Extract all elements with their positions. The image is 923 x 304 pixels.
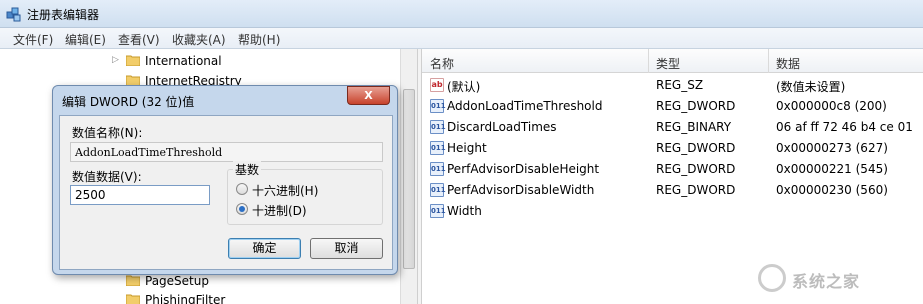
value-data: 0x00000221 (545) bbox=[776, 162, 888, 176]
value-data: 0x00000273 (627) bbox=[776, 141, 888, 155]
list-row[interactable]: 011 PerfAdvisorDisableWidth REG_DWORD 0x… bbox=[422, 180, 923, 201]
value-name: PerfAdvisorDisableHeight bbox=[447, 162, 600, 176]
decimal-radio[interactable] bbox=[236, 203, 248, 215]
list-header: 名称 类型 数据 bbox=[422, 49, 923, 73]
menu-bar: 文件(F) 编辑(E) 查看(V) 收藏夹(A) 帮助(H) bbox=[0, 28, 923, 49]
list-row[interactable]: ab (默认) REG_SZ (数值未设置) bbox=[422, 75, 923, 96]
window-title: 注册表编辑器 bbox=[27, 8, 100, 22]
ok-button[interactable]: 确定 bbox=[228, 238, 301, 259]
binary-value-icon: 011 bbox=[430, 141, 446, 155]
watermark-text: 系统之家 bbox=[792, 272, 861, 291]
value-name-field: AddonLoadTimeThreshold bbox=[70, 142, 383, 162]
hex-radio-label[interactable]: 十六进制(H) bbox=[252, 182, 318, 199]
tree-item-label: PhishingFilter bbox=[145, 293, 226, 304]
cancel-button[interactable]: 取消 bbox=[310, 238, 383, 259]
menu-help[interactable]: 帮助(H) bbox=[238, 31, 280, 48]
dialog-body: 数值名称(N): AddonLoadTimeThreshold 数值数据(V):… bbox=[59, 115, 393, 270]
binary-value-icon: 011 bbox=[430, 162, 446, 176]
menu-edit[interactable]: 编辑(E) bbox=[65, 31, 106, 48]
menu-view[interactable]: 查看(V) bbox=[118, 31, 160, 48]
tree-scrollbar[interactable] bbox=[400, 49, 417, 304]
value-type: REG_SZ bbox=[656, 78, 704, 92]
value-name: (默认) bbox=[447, 80, 481, 94]
value-type: REG_DWORD bbox=[656, 183, 736, 197]
binary-value-icon: 011 bbox=[430, 99, 446, 113]
value-name: Width bbox=[447, 204, 482, 218]
value-data: 06 af ff 72 46 b4 ce 01 bbox=[776, 120, 913, 134]
tree-item-label: International bbox=[145, 54, 222, 68]
value-data: 0x000000c8 (200) bbox=[776, 99, 887, 113]
value-name: AddonLoadTimeThreshold bbox=[447, 99, 603, 113]
expand-arrow-icon[interactable]: ▷ bbox=[112, 55, 119, 65]
list-row[interactable]: 011 Width bbox=[422, 201, 923, 222]
tree-item-international[interactable]: ▷ International bbox=[108, 51, 398, 71]
value-name: Height bbox=[447, 141, 487, 155]
folder-icon bbox=[125, 54, 141, 67]
watermark-logo-icon bbox=[758, 264, 786, 292]
tree-item-phishingfilter[interactable]: PhishingFilter bbox=[108, 290, 398, 304]
value-data: 0x00000230 (560) bbox=[776, 183, 888, 197]
decimal-radio-label[interactable]: 十进制(D) bbox=[252, 202, 307, 219]
hex-radio[interactable] bbox=[236, 183, 248, 195]
column-divider[interactable] bbox=[768, 49, 769, 73]
dialog-title: 编辑 DWORD (32 位)值 bbox=[62, 95, 195, 109]
value-data-input[interactable]: 2500 bbox=[70, 185, 210, 205]
scroll-thumb[interactable] bbox=[403, 89, 415, 269]
menu-file[interactable]: 文件(F) bbox=[13, 31, 53, 48]
value-name-label: 数值名称(N): bbox=[72, 126, 143, 140]
binary-value-icon: 011 bbox=[430, 120, 446, 134]
list-row[interactable]: 011 Height REG_DWORD 0x00000273 (627) bbox=[422, 138, 923, 159]
value-data-label: 数值数据(V): bbox=[72, 170, 142, 184]
list-row[interactable]: 011 AddonLoadTimeThreshold REG_DWORD 0x0… bbox=[422, 96, 923, 117]
tree-item-label: PageSetup bbox=[145, 274, 209, 288]
list-row[interactable]: 011 PerfAdvisorDisableHeight REG_DWORD 0… bbox=[422, 159, 923, 180]
value-name: DiscardLoadTimes bbox=[447, 120, 557, 134]
column-name[interactable]: 名称 bbox=[430, 55, 454, 72]
list-row[interactable]: 011 DiscardLoadTimes REG_BINARY 06 af ff… bbox=[422, 117, 923, 138]
watermark: 系统之家 bbox=[758, 262, 908, 296]
folder-icon bbox=[125, 293, 141, 304]
column-divider[interactable] bbox=[648, 49, 649, 73]
column-type[interactable]: 类型 bbox=[656, 55, 680, 72]
regedit-icon bbox=[6, 6, 22, 22]
value-name: PerfAdvisorDisableWidth bbox=[447, 183, 595, 197]
close-button[interactable]: X bbox=[347, 86, 390, 105]
base-label: 基数 bbox=[233, 161, 262, 178]
menu-favorites[interactable]: 收藏夹(A) bbox=[172, 31, 226, 48]
binary-value-icon: 011 bbox=[430, 183, 446, 197]
string-value-icon: ab bbox=[430, 78, 444, 92]
value-type: REG_DWORD bbox=[656, 162, 736, 176]
value-type: REG_DWORD bbox=[656, 141, 736, 155]
binary-value-icon: 011 bbox=[430, 204, 446, 218]
edit-dword-dialog: 编辑 DWORD (32 位)值 X 数值名称(N): AddonLoadTim… bbox=[52, 85, 398, 275]
value-type: REG_DWORD bbox=[656, 99, 736, 113]
base-group: 基数 十六进制(H) 十进制(D) bbox=[227, 161, 383, 225]
column-data[interactable]: 数据 bbox=[776, 55, 800, 72]
value-type: REG_BINARY bbox=[656, 120, 732, 134]
value-data: (数值未设置) bbox=[776, 80, 846, 94]
folder-icon bbox=[125, 274, 141, 287]
title-bar: 注册表编辑器 bbox=[0, 0, 923, 28]
